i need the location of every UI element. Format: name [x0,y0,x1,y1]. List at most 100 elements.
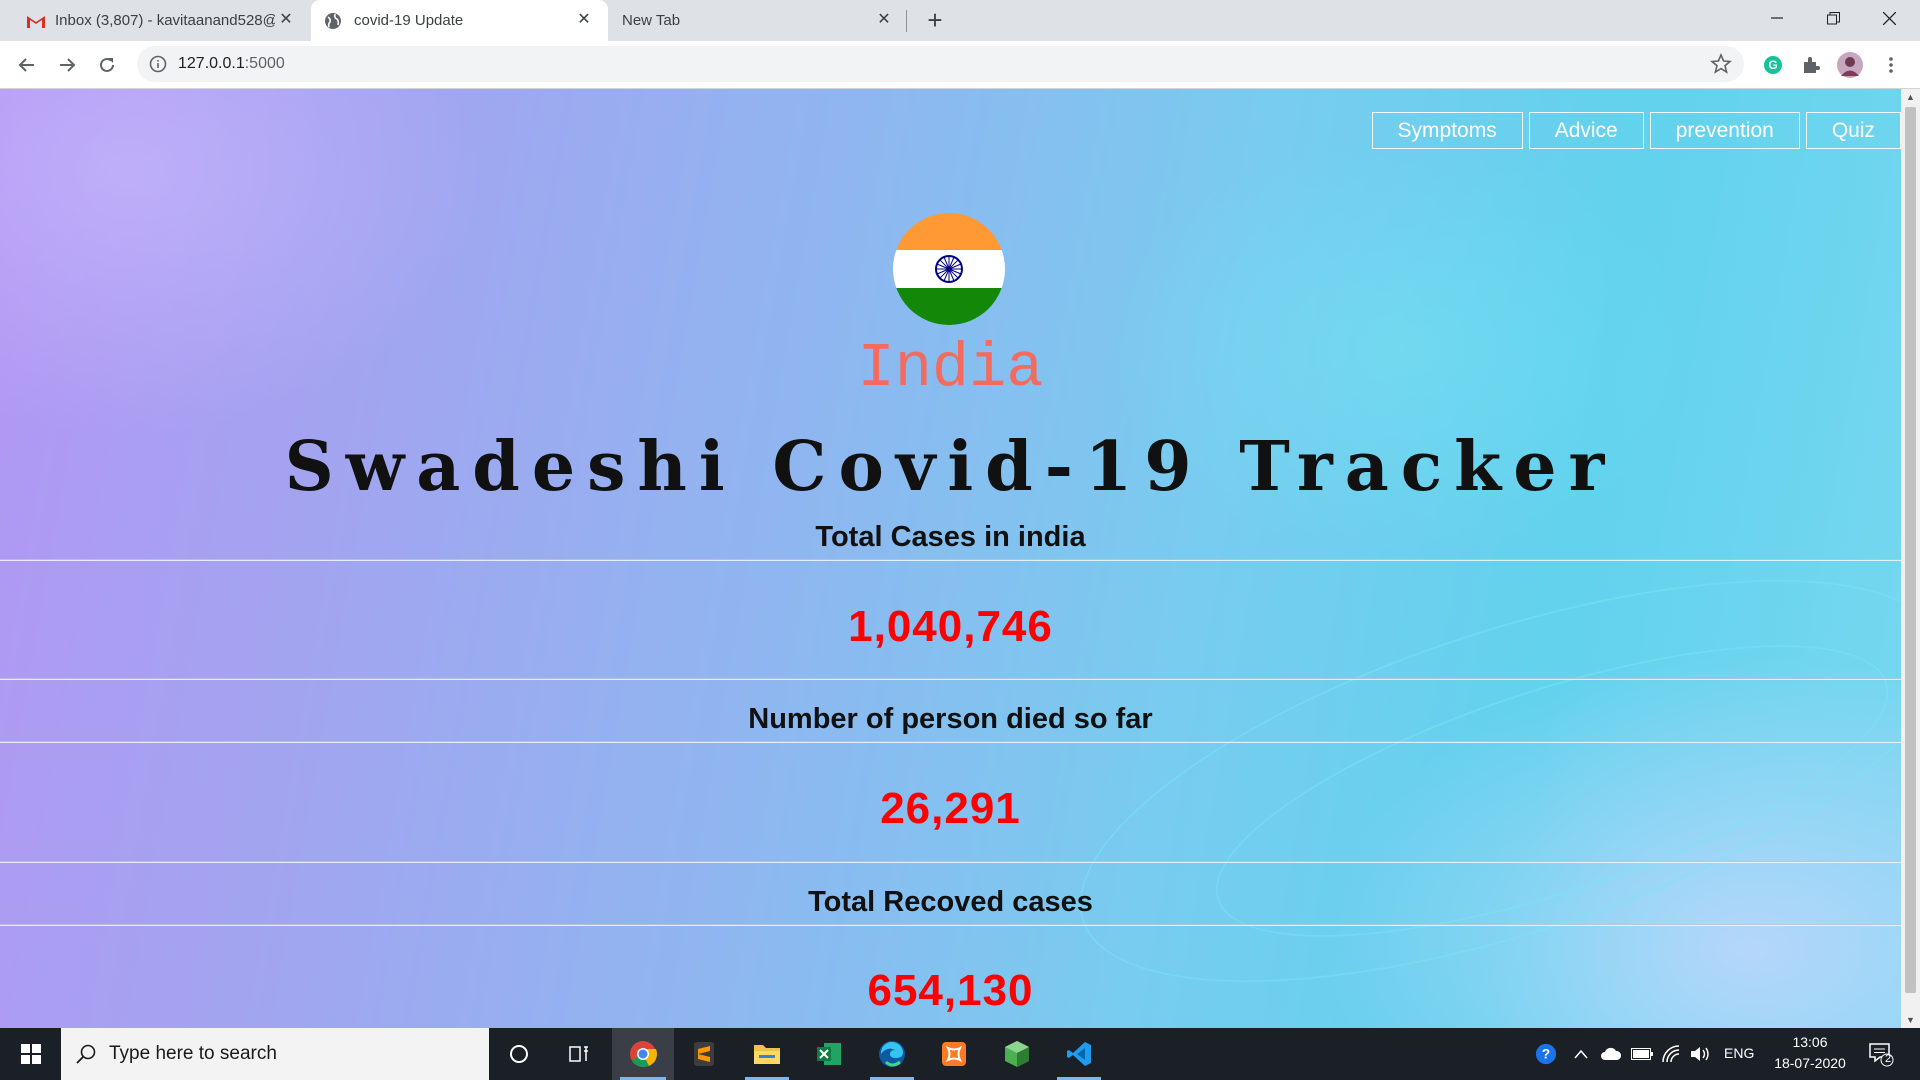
ashoka-chakra-icon [935,254,963,283]
onedrive-tray-button[interactable] [1600,1043,1622,1065]
divider [0,559,1901,561]
chevron-up-icon [1574,1049,1588,1059]
cloud-icon [1601,1047,1622,1060]
close-icon[interactable]: ✕ [276,10,296,30]
sublime-text-icon [694,1042,714,1066]
extension-button[interactable]: G [1758,50,1788,80]
nav-prevention[interactable]: prevention [1649,112,1800,149]
taskbar-app-xampp[interactable] [924,1028,984,1080]
action-center-button[interactable]: 2 [1868,1041,1894,1067]
nav-advice[interactable]: Advice [1528,112,1644,149]
page-scrollbar[interactable]: ▲ ▼ [1901,89,1920,1028]
stat-value-total-cases: 1,040,746 [848,602,1053,651]
volume-icon [1691,1047,1709,1061]
tab-covid-update[interactable]: covid-19 Update ✕ [311,0,608,41]
minimize-button[interactable] [1749,0,1805,36]
cube-app-icon [1005,1041,1029,1067]
arrow-left-icon [18,58,34,72]
battery-tray-button[interactable] [1631,1043,1653,1065]
forward-button[interactable] [52,50,82,80]
battery-icon [1631,1048,1653,1060]
puzzle-icon [1804,57,1820,73]
taskbar-app-sublime[interactable] [674,1028,734,1080]
scroll-down-arrow-icon[interactable]: ▼ [1901,1012,1920,1028]
india-flag [893,213,1005,325]
close-icon[interactable]: ✕ [874,10,894,30]
clock-date[interactable]: 18-07-2020 [1770,1055,1850,1071]
info-icon[interactable] [149,55,167,73]
cortana-button[interactable] [489,1028,549,1080]
arrow-right-icon [60,58,76,72]
language-indicator[interactable]: ENG [1724,1045,1754,1061]
reload-button[interactable] [92,50,122,80]
taskbar-search[interactable]: Type here to search [61,1028,489,1080]
volume-tray-button[interactable] [1690,1043,1712,1065]
close-window-button[interactable] [1861,0,1917,36]
nav-symptoms[interactable]: Symptoms [1371,112,1523,149]
close-icon[interactable]: ✕ [574,10,594,30]
divider [0,924,1901,926]
task-view-button[interactable] [549,1028,609,1080]
stat-label-deaths: Number of person died so far [748,703,1153,735]
start-button[interactable] [0,1028,61,1080]
restore-button[interactable] [1805,0,1861,36]
vscode-icon [1067,1042,1091,1066]
windows-taskbar: Type here to search ? ENG 13:06 18-07-20… [0,1028,1920,1080]
taskbar-app-excel[interactable] [799,1028,859,1080]
profile-button[interactable] [1835,50,1865,80]
chrome-icon [630,1041,657,1068]
extensions-button[interactable] [1796,50,1826,80]
url-text[interactable]: 127.0.0.1:5000 [178,55,285,73]
country-name: India [857,333,1044,404]
scroll-thumb[interactable] [1905,107,1916,993]
minimize-icon [1771,17,1783,19]
globe-icon [325,12,341,29]
scroll-up-arrow-icon[interactable]: ▲ [1901,89,1920,105]
stat-value-deaths: 26,291 [880,784,1021,833]
divider [0,678,1901,680]
star-icon[interactable] [1710,53,1732,75]
close-icon [1882,11,1896,25]
help-tray-button[interactable]: ? [1535,1043,1557,1065]
stat-label-total-cases: Total Cases in india [815,521,1086,553]
gmail-icon [27,15,45,28]
cortana-icon [510,1045,528,1063]
taskbar-app-file-explorer[interactable] [737,1028,797,1080]
xampp-icon [942,1042,966,1066]
task-view-icon [569,1046,588,1062]
taskbar-app-vscode[interactable] [1049,1028,1109,1080]
show-hidden-icons-button[interactable] [1570,1043,1592,1065]
tab-separator [906,10,907,32]
new-tab-button[interactable]: + [921,6,949,34]
reload-icon [100,57,114,72]
taskbar-app-edge[interactable] [862,1028,922,1080]
browser-tab-strip: Inbox (3,807) - kavitaanand528@ ✕ covid-… [0,0,1920,41]
wifi-icon [1662,1045,1680,1063]
clock-time[interactable]: 13:06 [1770,1034,1850,1050]
file-explorer-icon [754,1045,780,1064]
address-bar[interactable]: 127.0.0.1:5000 [137,46,1744,82]
more-vert-icon [1889,57,1893,73]
edge-icon [879,1041,905,1067]
nav-quiz[interactable]: Quiz [1805,112,1901,149]
browser-toolbar: 127.0.0.1:5000 G [0,41,1920,89]
page-viewport: Symptoms Advice prevention Quiz India Sw… [0,89,1901,1028]
excel-icon [817,1043,841,1065]
stat-label-recovered: Total Recoved cases [808,886,1093,918]
search-placeholder: Type here to search [109,1043,277,1064]
divider [0,741,1901,743]
url-host: 127.0.0.1 [178,55,245,72]
stat-value-recovered: 654,130 [867,966,1034,1015]
back-button[interactable] [12,50,42,80]
page-title: Swadeshi Covid-19 Tracker [284,427,1617,507]
tab-title: Inbox (3,807) - kavitaanand528@ [55,12,275,29]
tab-new-tab[interactable]: New Tab ✕ [608,0,908,41]
svg-text:G: G [1768,58,1777,72]
taskbar-app-cube[interactable] [987,1028,1047,1080]
url-port: :5000 [244,55,285,72]
tab-gmail[interactable]: Inbox (3,807) - kavitaanand528@ ✕ [10,0,310,41]
menu-button[interactable] [1876,50,1906,80]
taskbar-app-chrome[interactable] [612,1028,674,1080]
wifi-tray-button[interactable] [1660,1043,1682,1065]
divider [0,861,1901,863]
